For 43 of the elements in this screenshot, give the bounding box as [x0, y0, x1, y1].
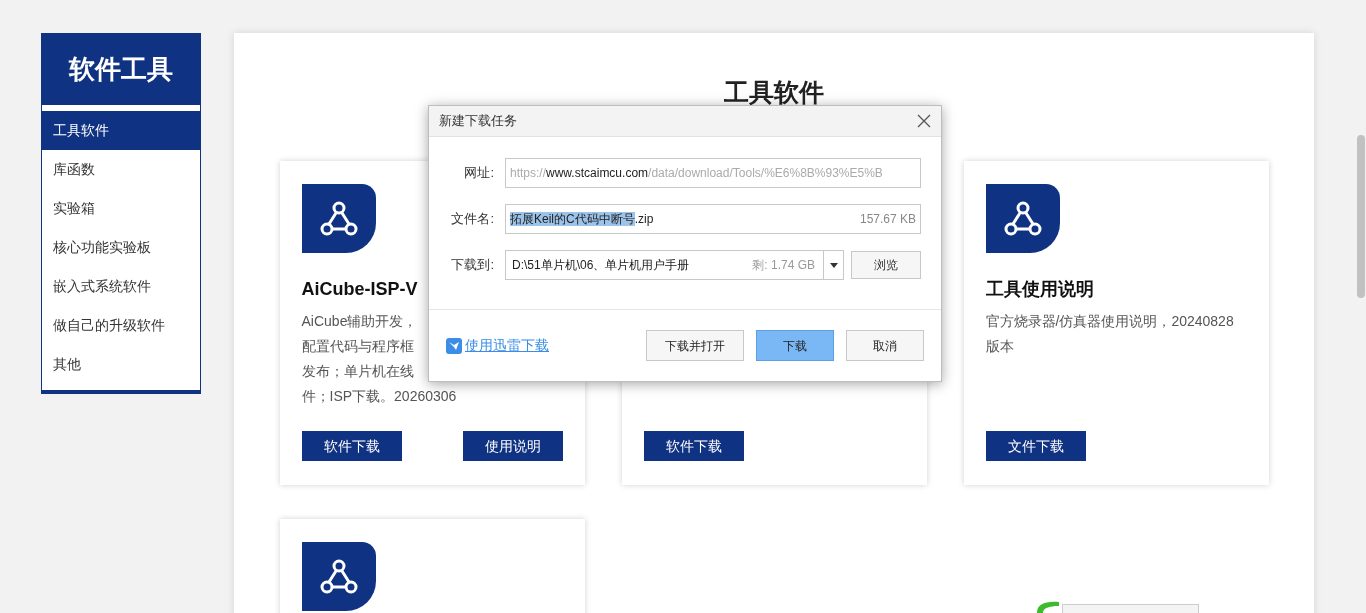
filename-field[interactable]: 拓展Keil的C代码中断号.zip 157.67 KB — [505, 204, 921, 234]
card-description: AiCube辅助开发， — [301, 312, 418, 331]
card-description: 配置代码与程序框 — [301, 337, 414, 356]
caret-icon — [829, 262, 838, 268]
dialog-button[interactable]: 取消 — [846, 330, 924, 361]
folder-field[interactable]: D:\51单片机\06、单片机用户手册 剩: 1.74 GB — [505, 250, 844, 280]
dialog-title: 新建下载任务 — [439, 112, 517, 131]
sidebar-item[interactable]: 核心功能实验板 — [42, 228, 200, 267]
ime-logo-icon — [1035, 600, 1061, 613]
network-icon — [301, 184, 376, 253]
card-description: 官方烧录器/仿真器使用说明，20240828 — [985, 312, 1234, 331]
sidebar-item[interactable]: 库函数 — [42, 150, 200, 189]
download-button[interactable]: 文件下载 — [985, 431, 1086, 461]
sidebar-item[interactable]: 做自己的升级软件 — [42, 306, 200, 345]
dialog-button[interactable]: 下载 — [756, 330, 834, 361]
browse-button[interactable]: 浏览 — [851, 251, 921, 279]
thunder-icon — [446, 337, 462, 354]
card-description: 发布；单片机在线 — [301, 362, 414, 381]
free-space: 剩: 1.74 GB — [752, 257, 816, 274]
sidebar-item[interactable]: 嵌入式系统软件 — [42, 267, 200, 306]
close-icon[interactable] — [917, 114, 931, 128]
card-title: AiCube-ISP-V — [301, 278, 419, 301]
sidebar-item[interactable]: 工具软件 — [42, 111, 200, 150]
sidebar-item[interactable]: 其他 — [42, 345, 200, 384]
scrollbar-thumb[interactable] — [1357, 135, 1365, 298]
field-label: 下载到: — [450, 256, 495, 275]
folder-path: D:\51单片机\06、单片机用户手册 — [511, 257, 691, 274]
download-button[interactable]: 使用说明 — [462, 431, 563, 461]
page-heading: 工具软件 — [724, 80, 824, 105]
field-label: 网址: — [463, 164, 495, 183]
card-description: 件；ISP下载。20260306 — [301, 387, 457, 406]
card-description: 版本 — [985, 337, 1014, 356]
field-label: 文件名: — [450, 210, 495, 229]
dialog-button[interactable]: 下载并打开 — [646, 330, 744, 361]
url-field[interactable]: https://www.stcaimcu.com/data/download/Tools/%E6%8B%93%E5%B — [505, 158, 921, 188]
download-button[interactable]: 软件下载 — [643, 431, 744, 461]
card-title: 工具使用说明 — [985, 278, 1095, 301]
sidebar-title: 软件工具 — [42, 34, 200, 105]
sidebar-item[interactable]: 实验箱 — [42, 189, 200, 228]
download-button[interactable]: 软件下载 — [301, 431, 402, 461]
network-icon — [985, 184, 1060, 253]
file-size: 157.67 KB — [859, 211, 916, 228]
thunder-link[interactable]: 使用迅雷下载 — [465, 335, 549, 356]
